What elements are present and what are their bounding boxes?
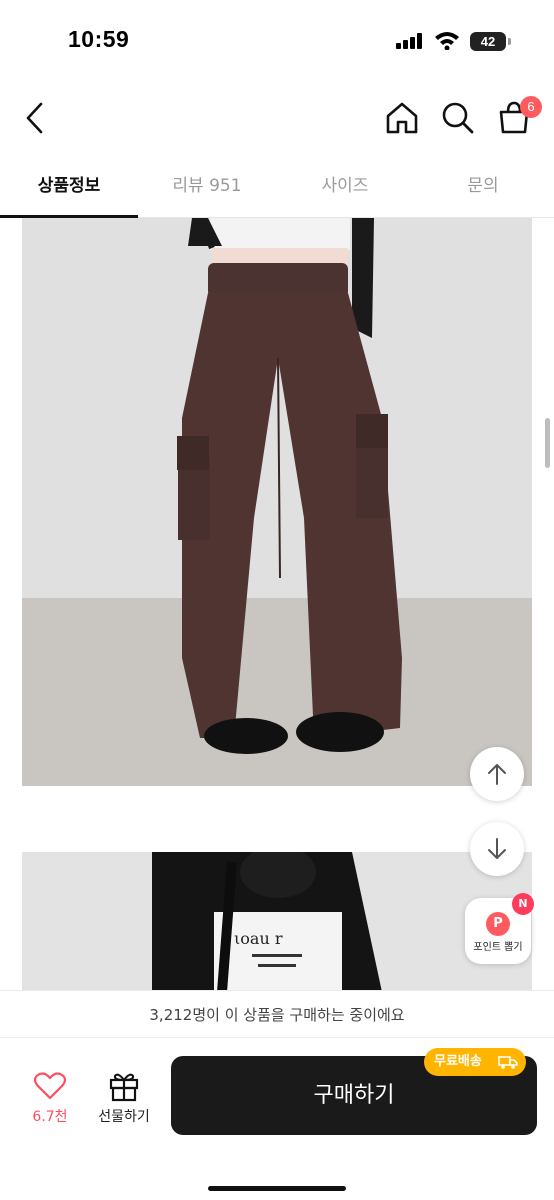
tab-size[interactable]: 사이즈 xyxy=(276,160,414,218)
free-shipping-label: 무료배송 xyxy=(434,1054,482,1069)
new-badge: N xyxy=(512,893,534,915)
top-nav xyxy=(0,80,554,155)
home-indicator[interactable] xyxy=(208,1186,346,1191)
cart-count-badge: 6 xyxy=(520,96,542,118)
svg-text:ιoau r: ιoau r xyxy=(234,929,283,948)
gift-label: 선물하기 xyxy=(98,1109,150,1125)
product-tabs: 상품정보 리뷰 951 사이즈 문의 xyxy=(0,160,554,218)
truck-icon xyxy=(498,1056,518,1069)
status-bar: 10:59 42 xyxy=(0,0,554,80)
battery-nub xyxy=(508,38,511,45)
arrow-down-icon xyxy=(488,838,506,859)
point-icon: P xyxy=(486,912,510,936)
status-time: 10:59 xyxy=(68,26,130,52)
gift-icon xyxy=(109,1073,139,1102)
point-draw-label: 포인트 뽑기 xyxy=(473,942,523,953)
tab-inquiry[interactable]: 문의 xyxy=(414,160,552,218)
free-shipping-badge: 무료배송 xyxy=(424,1048,526,1076)
arrow-up-icon xyxy=(488,764,506,785)
tab-product-info[interactable]: 상품정보 xyxy=(0,160,138,218)
tab-reviews[interactable]: 리뷰 951 xyxy=(138,160,276,218)
purchase-status-text: 3,212명이 이 상품을 구매하는 중이에요 xyxy=(0,990,554,1038)
wifi-icon xyxy=(435,32,459,50)
heart-icon xyxy=(33,1072,67,1100)
product-photo-pants xyxy=(22,218,532,786)
battery-indicator: 42 xyxy=(470,32,506,51)
scrollbar-thumb[interactable] xyxy=(545,418,550,468)
chevron-left-icon[interactable] xyxy=(16,98,56,138)
home-icon[interactable] xyxy=(382,98,422,138)
signal-icon xyxy=(396,33,426,49)
scroll-up-button[interactable] xyxy=(470,747,524,801)
product-photo-top: ιoau r xyxy=(22,852,532,992)
scroll-down-button[interactable] xyxy=(470,822,524,876)
gift-button[interactable]: 선물하기 xyxy=(88,1070,160,1130)
like-count: 6.7천 xyxy=(32,1109,68,1125)
search-icon[interactable] xyxy=(438,98,478,138)
like-button[interactable]: 6.7천 xyxy=(22,1070,78,1130)
